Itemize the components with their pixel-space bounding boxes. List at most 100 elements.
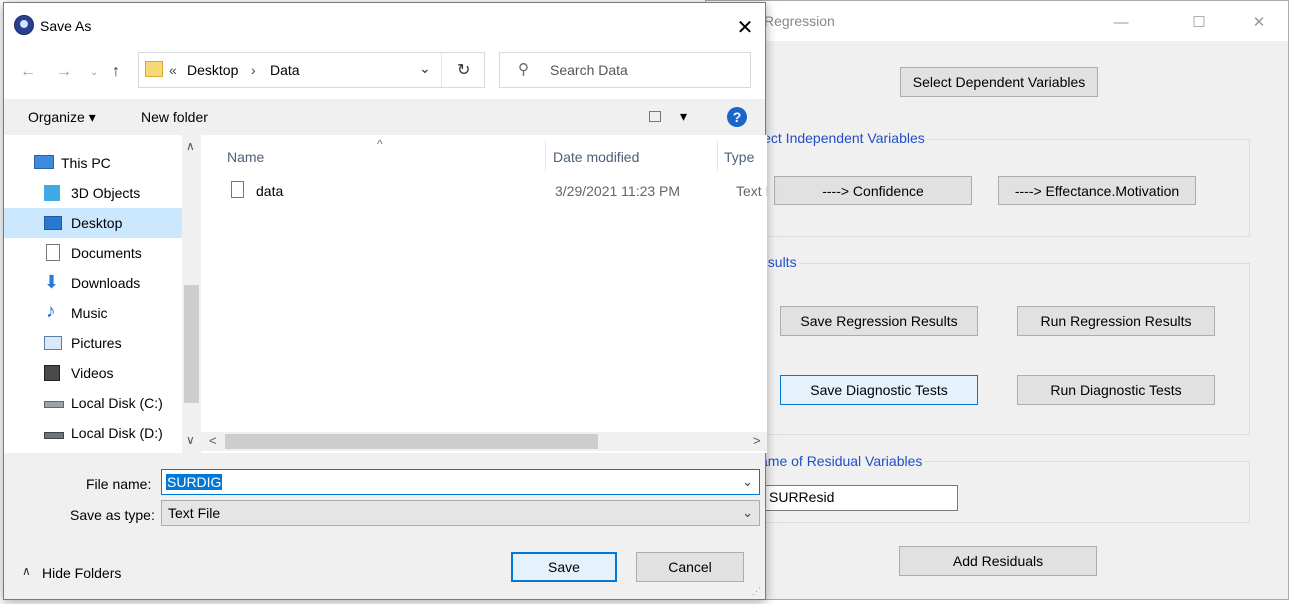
file-name-dropdown-chevron-icon[interactable]: ⌄ <box>742 474 753 490</box>
close-icon: ✕ <box>736 16 754 39</box>
document-icon <box>46 244 60 261</box>
minimize-button[interactable]: — <box>1098 9 1144 35</box>
type-dropdown-chevron-icon[interactable]: ⌄ <box>742 505 753 521</box>
search-placeholder: Search Data <box>550 62 628 78</box>
nav-pane-scrollbar[interactable]: ∧ ∨ <box>182 135 201 453</box>
cancel-button[interactable]: Cancel <box>636 552 744 582</box>
results-group <box>748 263 1250 435</box>
breadcrumb-data[interactable]: Data <box>270 62 300 78</box>
run-regression-results-button[interactable]: Run Regression Results <box>1017 306 1215 336</box>
nav-item-videos[interactable]: Videos <box>4 358 182 388</box>
app-titlebar: Regression — ☐ ✕ <box>706 1 1288 41</box>
maximize-icon: ☐ <box>1192 14 1206 31</box>
search-icon: ⚲ <box>518 61 529 78</box>
forward-arrow-icon[interactable]: → <box>56 63 72 81</box>
column-header-type[interactable]: Type <box>724 149 754 165</box>
drive-icon <box>44 432 64 439</box>
file-name-label: File name: <box>86 476 152 492</box>
pictures-icon <box>44 336 62 350</box>
select-dependent-button[interactable]: Select Dependent Variables <box>900 67 1098 97</box>
nav-item-music[interactable]: ♪ Music <box>4 298 182 328</box>
refresh-icon[interactable]: ↻ <box>457 60 470 80</box>
maximize-button[interactable]: ☐ <box>1176 9 1222 35</box>
nav-item-label: Downloads <box>71 275 141 291</box>
nav-item-pictures[interactable]: Pictures <box>4 328 182 358</box>
nav-item-label: This PC <box>61 155 111 171</box>
scroll-down-icon[interactable]: ∨ <box>186 433 195 447</box>
dialog-title: Save As <box>40 18 92 34</box>
recent-locations-chevron-icon[interactable]: ⌄ <box>90 67 98 78</box>
residual-group-label: ame of Residual Variables <box>758 453 925 469</box>
search-box[interactable]: ⚲ Search Data <box>499 52 751 88</box>
nav-item-downloads[interactable]: ⬇ Downloads <box>4 268 182 298</box>
dialog-titlebar: Save As ✕ <box>4 3 765 45</box>
nav-item-label: Videos <box>71 365 114 381</box>
scrollbar-thumb[interactable] <box>225 434 598 449</box>
view-options-chevron[interactable]: ▾ <box>680 108 687 125</box>
navigation-bar: ← → ⌄ ↑ « Desktop › Data ⌄ ↻ ⚲ Search Da… <box>4 45 765 99</box>
column-header-name[interactable]: Name <box>227 149 264 165</box>
nav-item-this-pc[interactable]: This PC <box>4 148 182 178</box>
desktop-icon <box>44 216 62 230</box>
dialog-bottom-area: File name: SURDIG ⌄ Save as type: Text F… <box>4 453 765 599</box>
nav-item-documents[interactable]: Documents <box>4 238 182 268</box>
file-name: data <box>256 183 284 199</box>
nav-item-label: Music <box>71 305 108 321</box>
resize-grip-icon[interactable]: ⋰ <box>752 586 761 597</box>
residual-name-input[interactable]: SURResid <box>764 485 958 511</box>
save-diagnostic-tests-button[interactable]: Save Diagnostic Tests <box>780 375 978 405</box>
save-as-type-select[interactable]: Text File ⌄ <box>161 500 760 526</box>
close-button[interactable]: ✕ <box>1236 9 1282 35</box>
scrollbar-thumb[interactable] <box>184 285 199 403</box>
nav-item-local-disk-d[interactable]: Local Disk (D:) <box>4 418 182 448</box>
column-header-date[interactable]: Date modified <box>553 149 639 165</box>
file-row[interactable]: data 3/29/2021 11:23 PM Text D <box>221 177 767 205</box>
nav-item-local-disk-c[interactable]: Local Disk (C:) <box>4 388 182 418</box>
file-type: Text D <box>736 183 767 199</box>
scroll-right-icon[interactable]: > <box>753 433 761 448</box>
scroll-up-icon[interactable]: ∧ <box>186 139 195 153</box>
hide-folders-toggle[interactable]: ∧ Hide Folders <box>20 563 140 583</box>
app-title: Regression <box>764 13 835 29</box>
save-regression-results-button[interactable]: Save Regression Results <box>780 306 978 336</box>
nav-item-label: Desktop <box>71 215 123 231</box>
save-as-type-value: Text File <box>168 505 221 521</box>
cube-icon <box>44 185 60 201</box>
drive-icon <box>44 401 64 408</box>
breadcrumb-desktop[interactable]: Desktop <box>187 62 238 78</box>
organize-button[interactable]: Organize ▾ <box>28 109 96 126</box>
effectance-motivation-button[interactable]: ----> Effectance.Motivation <box>998 176 1196 205</box>
sort-indicator-icon: ^ <box>377 137 383 151</box>
file-pane-horizontal-scrollbar[interactable]: < > <box>201 432 767 451</box>
nav-item-3d-objects[interactable]: 3D Objects <box>4 178 182 208</box>
dialog-close-button[interactable]: ✕ <box>731 13 759 41</box>
address-dropdown-chevron-icon[interactable]: ⌄ <box>419 60 431 77</box>
navigation-pane: This PC 3D Objects Desktop Documents ⬇ D… <box>4 135 201 453</box>
download-arrow-icon: ⬇ <box>44 272 60 292</box>
text-file-icon <box>231 181 244 198</box>
confidence-button[interactable]: ----> Confidence <box>774 176 972 205</box>
file-date: 3/29/2021 11:23 PM <box>555 183 681 199</box>
run-diagnostic-tests-button[interactable]: Run Diagnostic Tests <box>1017 375 1215 405</box>
scroll-left-icon[interactable]: < <box>209 433 217 448</box>
nav-item-desktop[interactable]: Desktop <box>4 208 182 238</box>
nav-item-label: Local Disk (C:) <box>71 395 163 411</box>
view-options-icon[interactable] <box>649 111 661 122</box>
breadcrumb-separator: › <box>251 62 256 78</box>
address-divider <box>441 53 442 87</box>
breadcrumb-prefix: « <box>169 62 177 78</box>
save-button[interactable]: Save <box>511 552 617 582</box>
help-icon[interactable]: ? <box>727 107 747 127</box>
up-arrow-icon[interactable]: ↑ <box>112 63 120 81</box>
file-name-value: SURDIG <box>166 474 223 490</box>
minimize-icon: — <box>1113 13 1129 31</box>
independent-group-label: lect Independent Variables <box>758 130 927 146</box>
back-arrow-icon[interactable]: ← <box>20 63 36 81</box>
new-folder-button[interactable]: New folder <box>141 109 208 125</box>
hide-folders-label: Hide Folders <box>42 565 122 581</box>
film-icon <box>44 365 60 381</box>
file-name-input[interactable]: SURDIG ⌄ <box>161 469 760 495</box>
add-residuals-button[interactable]: Add Residuals <box>899 546 1097 576</box>
chevron-up-icon: ∧ <box>22 564 31 578</box>
address-bar[interactable]: « Desktop › Data ⌄ ↻ <box>138 52 485 88</box>
